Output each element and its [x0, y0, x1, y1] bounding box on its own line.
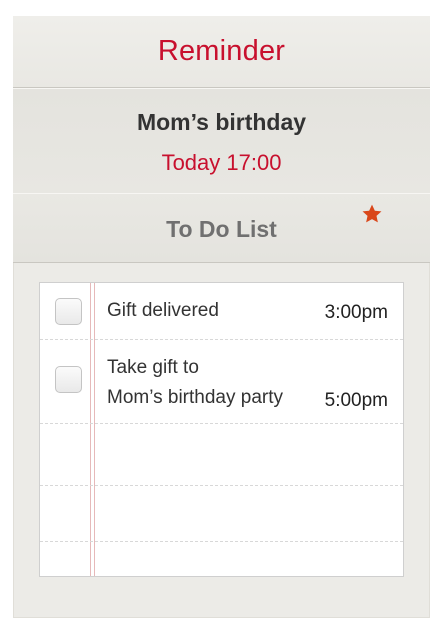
- row-divider: [40, 485, 403, 486]
- task-text-line: Gift delivered: [107, 300, 219, 321]
- margin-line: [94, 283, 95, 576]
- task-time: 5:00pm: [324, 390, 388, 411]
- header-bar: Reminder: [13, 16, 430, 88]
- task-time: 3:00pm: [324, 302, 388, 323]
- task-text-line: Take gift to: [107, 357, 199, 378]
- task-text-line: Mom’s birthday party: [107, 387, 283, 408]
- page-title: Reminder: [157, 35, 286, 67]
- event-summary: Mom’s birthday Today 17:00: [13, 88, 430, 194]
- task-text: Gift delivered: [107, 296, 219, 326]
- row-divider: [40, 541, 403, 542]
- row-divider: [40, 423, 403, 424]
- task-checkbox[interactable]: [55, 298, 82, 325]
- margin-line: [90, 283, 91, 576]
- todo-list: Gift delivered 3:00pm Take gift to Mom’s…: [39, 282, 404, 577]
- row-divider: [40, 339, 403, 340]
- star-icon[interactable]: [361, 203, 383, 225]
- task-checkbox[interactable]: [55, 366, 82, 393]
- task-text: Take gift to Mom’s birthday party: [107, 353, 283, 413]
- event-time: Today 17:00: [161, 150, 282, 175]
- event-title: Mom’s birthday: [136, 109, 307, 135]
